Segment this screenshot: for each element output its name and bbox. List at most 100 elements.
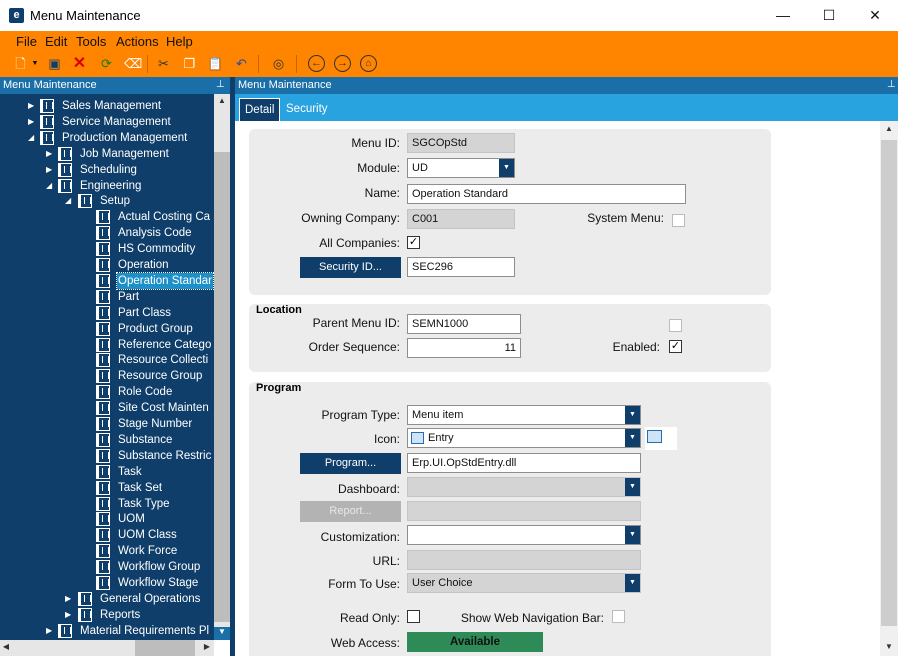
tree-item[interactable]: ◢ Setup — [0, 193, 214, 209]
tree-item[interactable]: Role Code — [0, 384, 214, 400]
show-web-nav-checkbox[interactable] — [612, 610, 625, 623]
tree-item[interactable]: Workflow Stage — [0, 575, 214, 591]
delete-icon[interactable]: ✕ — [71, 55, 88, 72]
menu-tools[interactable]: Tools — [76, 34, 106, 49]
expanded-arrow-icon[interactable]: ◢ — [28, 130, 36, 146]
tree-item[interactable]: Substance — [0, 432, 214, 448]
copy-icon[interactable]: ❐ — [181, 55, 198, 72]
pin-icon[interactable]: ⊥ — [887, 79, 896, 90]
all-companies-checkbox[interactable]: ✓ — [407, 236, 420, 249]
enabled-checkbox[interactable]: ✓ — [669, 340, 682, 353]
tree-item[interactable]: Work Force — [0, 543, 214, 559]
chevron-down-icon[interactable]: ▼ — [625, 526, 640, 544]
expanded-arrow-icon[interactable]: ◢ — [46, 178, 54, 194]
tree-item[interactable]: Actual Costing Ca — [0, 209, 214, 225]
tree-item[interactable]: Workflow Group — [0, 559, 214, 575]
chevron-down-icon[interactable]: ▼ — [625, 478, 640, 496]
program-field[interactable]: Erp.UI.OpStdEntry.dll — [407, 453, 641, 473]
chevron-down-icon[interactable]: ▼ — [625, 429, 640, 447]
tree-item[interactable]: HS Commodity — [0, 241, 214, 257]
menu-actions[interactable]: Actions — [116, 34, 159, 49]
menu-tree[interactable]: ▶ Sales Management ▶ Service Management ◢ Pro… — [0, 94, 214, 640]
tree-scroll-thumb[interactable] — [214, 152, 230, 622]
tree-item[interactable]: Resource Collecti — [0, 352, 214, 368]
tree-item[interactable]: ◢ Production Management — [0, 130, 214, 146]
chevron-down-icon[interactable]: ▼ — [625, 574, 640, 592]
chevron-down-icon[interactable]: ▼ — [499, 159, 514, 177]
collapsed-arrow-icon[interactable]: ▶ — [28, 98, 36, 114]
tree-item[interactable]: Substance Restric — [0, 448, 214, 464]
tree-item[interactable]: ▶ Material Requirements Pl — [0, 623, 214, 639]
tree-item[interactable]: ▶ Scheduling — [0, 162, 214, 178]
close-button[interactable]: ✕ — [852, 0, 898, 31]
program-type-combo[interactable]: Menu item ▼ — [407, 405, 641, 425]
tree-item[interactable]: Part Class — [0, 305, 214, 321]
collapsed-arrow-icon[interactable]: ▶ — [46, 146, 54, 162]
tab-security[interactable]: Security — [281, 98, 333, 121]
tree-item[interactable]: Task — [0, 464, 214, 480]
tree-item[interactable]: Task Set — [0, 480, 214, 496]
tree-item[interactable]: Resource Group — [0, 368, 214, 384]
menu-file[interactable]: File — [16, 34, 37, 49]
tree-item[interactable]: ▶ Sales Management — [0, 98, 214, 114]
tree-item[interactable]: ◢ Engineering — [0, 178, 214, 194]
security-id-button[interactable]: Security ID... — [300, 257, 401, 278]
scroll-down-arrow-icon[interactable]: ▼ — [880, 642, 898, 651]
collapsed-arrow-icon[interactable]: ▶ — [28, 114, 36, 130]
tree-item[interactable]: Site Cost Mainten — [0, 400, 214, 416]
scroll-right-arrow-icon[interactable]: ▶ — [201, 642, 213, 651]
security-id-field[interactable]: SEC296 — [407, 257, 515, 277]
read-only-checkbox[interactable] — [407, 610, 420, 623]
icon-combo[interactable]: Entry ▼ — [407, 428, 641, 448]
menu-id-field[interactable]: SGCOpStd — [407, 133, 515, 153]
save-icon[interactable]: ▣ — [46, 55, 63, 72]
report-button[interactable]: Report... — [300, 501, 401, 522]
tab-detail[interactable]: Detail — [239, 98, 281, 121]
forward-icon[interactable]: → — [334, 55, 351, 72]
expanded-arrow-icon[interactable]: ◢ — [65, 193, 73, 209]
scroll-down-arrow-icon[interactable]: ▼ — [214, 627, 230, 640]
name-field[interactable]: Operation Standard — [407, 184, 686, 204]
parent-menu-id-field[interactable]: SEMN1000 — [407, 314, 521, 334]
tree-item[interactable]: UOM Class — [0, 527, 214, 543]
module-combo[interactable]: UD ▼ — [407, 158, 515, 178]
scroll-up-arrow-icon[interactable]: ▲ — [214, 96, 230, 105]
home-icon[interactable]: ⌂ — [360, 55, 377, 72]
form-to-use-combo[interactable]: User Choice ▼ — [407, 573, 641, 593]
owning-company-field[interactable]: C001 — [407, 209, 515, 229]
menu-edit[interactable]: Edit — [45, 34, 67, 49]
system-menu-checkbox[interactable] — [672, 214, 685, 227]
cut-icon[interactable]: ✂ — [155, 55, 172, 72]
tree-item[interactable]: Reference Catego — [0, 337, 214, 353]
chevron-down-icon[interactable]: ▼ — [625, 406, 640, 424]
paste-icon[interactable]: 📋 — [207, 55, 224, 72]
tree-item[interactable]: ▶ Reports — [0, 607, 214, 623]
refresh-icon[interactable]: ⟳ — [98, 55, 115, 72]
url-field[interactable] — [407, 550, 641, 570]
collapsed-arrow-icon[interactable]: ▶ — [46, 623, 54, 639]
maximize-button[interactable]: ☐ — [806, 0, 852, 31]
back-icon[interactable]: ← — [308, 55, 325, 72]
pin-icon[interactable]: ⊥ — [216, 79, 225, 90]
program-button[interactable]: Program... — [300, 453, 401, 474]
tree-item[interactable]: Analysis Code — [0, 225, 214, 241]
tree-item[interactable]: Stage Number — [0, 416, 214, 432]
tree-item[interactable]: ▶ Service Management — [0, 114, 214, 130]
report-field[interactable] — [407, 501, 641, 521]
tree-item[interactable]: Operation — [0, 257, 214, 273]
customization-combo[interactable]: ▼ — [407, 525, 641, 545]
tree-item[interactable]: Task Type — [0, 496, 214, 512]
collapsed-arrow-icon[interactable]: ▶ — [65, 591, 73, 607]
tree-item[interactable]: UOM — [0, 511, 214, 527]
collapsed-arrow-icon[interactable]: ▶ — [46, 162, 54, 178]
new-icon[interactable]: 🗋 — [12, 55, 29, 72]
dashboard-combo[interactable]: ▼ — [407, 477, 641, 497]
scroll-up-arrow-icon[interactable]: ▲ — [880, 124, 898, 133]
scroll-left-arrow-icon[interactable]: ◀ — [0, 642, 12, 651]
tree-item[interactable]: Part — [0, 289, 214, 305]
order-sequence-field[interactable]: 11 — [407, 338, 521, 358]
minimize-button[interactable]: — — [760, 0, 806, 31]
menu-help[interactable]: Help — [166, 34, 193, 49]
detail-scroll-thumb[interactable] — [881, 140, 897, 626]
tree-item[interactable]: Operation Standar — [0, 271, 214, 290]
